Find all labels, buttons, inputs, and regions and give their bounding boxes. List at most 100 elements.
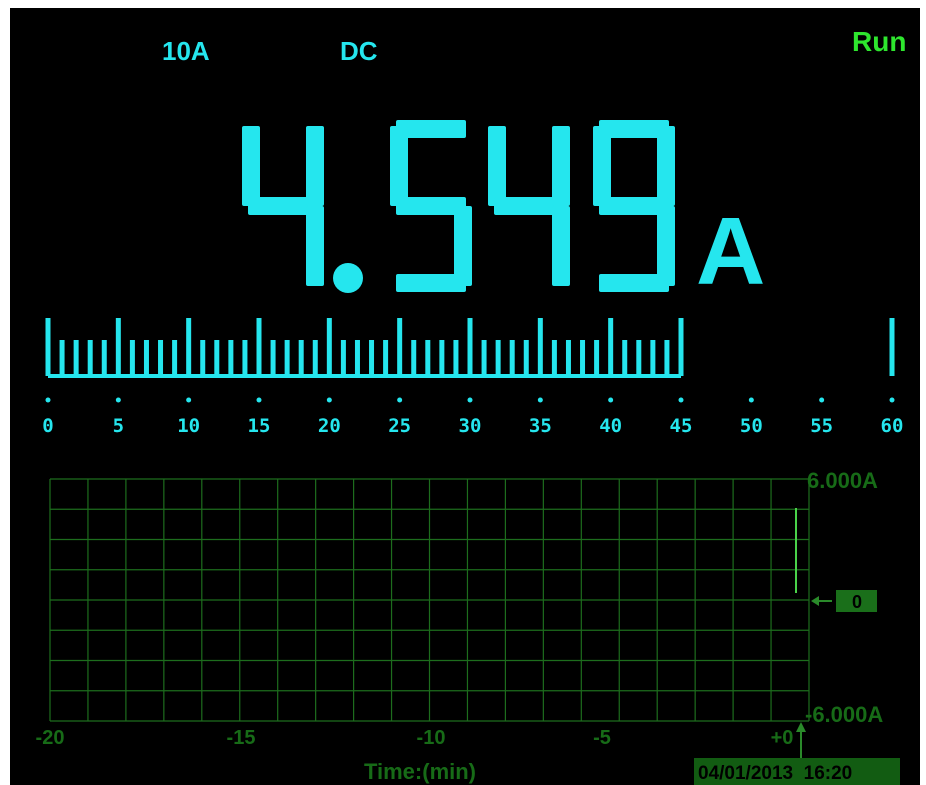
bar-segment <box>256 318 262 376</box>
bar-segment <box>523 340 529 376</box>
bar-graph: 0 5 10 15 20 25 30 35 40 45 50 55 60 <box>42 318 904 437</box>
bar-segment <box>537 318 543 376</box>
trend-grid <box>49 478 810 722</box>
scale-dot <box>397 397 403 403</box>
reading-unit: A <box>696 198 766 305</box>
bar-segment <box>383 340 389 376</box>
bar-segment <box>509 340 515 376</box>
bar-segment <box>87 340 93 376</box>
bar-segment <box>45 318 51 376</box>
scale-dot <box>748 397 754 403</box>
bar-segment <box>172 340 178 376</box>
scale-label-20: 20 <box>318 415 341 437</box>
bar-segment <box>467 318 473 376</box>
bar-segment <box>369 340 375 376</box>
bar-segment <box>200 340 206 376</box>
x-tick-labels: -20 -15 -10 -5 +0 <box>36 727 794 749</box>
multimeter-display: 10A DC Run A 0 5 10 15 20 25 30 35 40 45 50 55 60 6.… <box>10 8 920 785</box>
scale-label-5: 5 <box>113 415 124 437</box>
bar-segment <box>312 340 318 376</box>
scale-dot <box>45 397 51 403</box>
bar-segment <box>678 318 684 376</box>
bar-segment <box>594 340 600 376</box>
segment-f <box>593 126 611 206</box>
segment-d <box>599 274 669 292</box>
segment-f <box>242 126 260 206</box>
scale-label-45: 45 <box>670 415 693 437</box>
bar-segment <box>608 318 614 376</box>
bar-scale: 0 5 10 15 20 25 30 35 40 45 50 55 60 <box>42 397 904 437</box>
scale-dot <box>326 397 332 403</box>
x-tick-5: +0 <box>771 727 794 749</box>
bar-segment <box>186 318 192 376</box>
segment-c <box>306 206 324 286</box>
scale-dot <box>608 397 614 403</box>
scale-label-15: 15 <box>248 415 271 437</box>
scale-dot <box>115 397 121 403</box>
bar-segment <box>664 340 670 376</box>
scale-dot <box>889 397 895 403</box>
scale-label-60: 60 <box>881 415 904 437</box>
bar-segment <box>354 340 360 376</box>
bar-segment <box>228 340 234 376</box>
bar-segment <box>158 340 164 376</box>
segment-c <box>552 206 570 286</box>
x-tick-2: -15 <box>227 727 256 749</box>
scale-label-0: 0 <box>42 415 53 437</box>
bar-end-marker <box>889 318 895 376</box>
scale-dot <box>186 397 192 403</box>
x-tick-1: -20 <box>36 727 65 749</box>
bar-segment <box>495 340 501 376</box>
reading-digit-1 <box>242 126 324 286</box>
main-reading <box>242 120 675 293</box>
zero-marker: 0 <box>811 590 877 612</box>
segment-b <box>657 126 675 206</box>
zero-label: 0 <box>852 592 862 612</box>
scale-dot <box>467 397 473 403</box>
bar-segment <box>214 340 220 376</box>
bar-segment <box>650 340 656 376</box>
reading-digit-3 <box>488 126 570 286</box>
x-axis-title: Time:(min) <box>364 759 476 784</box>
bar-segment <box>622 340 628 376</box>
y-min-label: -6.000A <box>805 702 883 727</box>
scale-label-35: 35 <box>529 415 552 437</box>
bar-segment <box>565 340 571 376</box>
segment-b <box>552 126 570 206</box>
bar-segment <box>580 340 586 376</box>
bar-segment <box>270 340 276 376</box>
scale-label-50: 50 <box>740 415 763 437</box>
reading-digit-4 <box>593 120 675 292</box>
bar-baseline <box>48 374 681 378</box>
x-tick-4: -5 <box>593 727 611 749</box>
datetime-text: 04/01/2013 16:20 <box>698 763 852 784</box>
bar-segment <box>242 340 248 376</box>
bar-segment <box>551 340 557 376</box>
bar-segment <box>129 340 135 376</box>
bar-segment <box>481 340 487 376</box>
scale-dot <box>819 397 825 403</box>
scale-label-30: 30 <box>459 415 482 437</box>
x-tick-3: -10 <box>417 727 446 749</box>
segment-f <box>488 126 506 206</box>
bar-segment <box>284 340 290 376</box>
bar-segment <box>143 340 149 376</box>
bar-segment <box>636 340 642 376</box>
bar-segment <box>411 340 417 376</box>
segment-d <box>396 274 466 292</box>
segment-f <box>390 126 408 206</box>
bar-segment <box>439 340 445 376</box>
bar-segment <box>59 340 65 376</box>
y-max-label: 6.000A <box>807 468 878 493</box>
bar-segment <box>101 340 107 376</box>
zero-arrow-icon <box>811 596 819 606</box>
bar-segment <box>340 340 346 376</box>
bar-ticks <box>45 318 895 378</box>
bar-segment <box>115 318 121 376</box>
scale-label-55: 55 <box>810 415 833 437</box>
scale-dot <box>256 397 262 403</box>
segment-b <box>306 126 324 206</box>
bar-segment <box>73 340 79 376</box>
decimal-point <box>333 263 363 293</box>
bar-segment <box>298 340 304 376</box>
